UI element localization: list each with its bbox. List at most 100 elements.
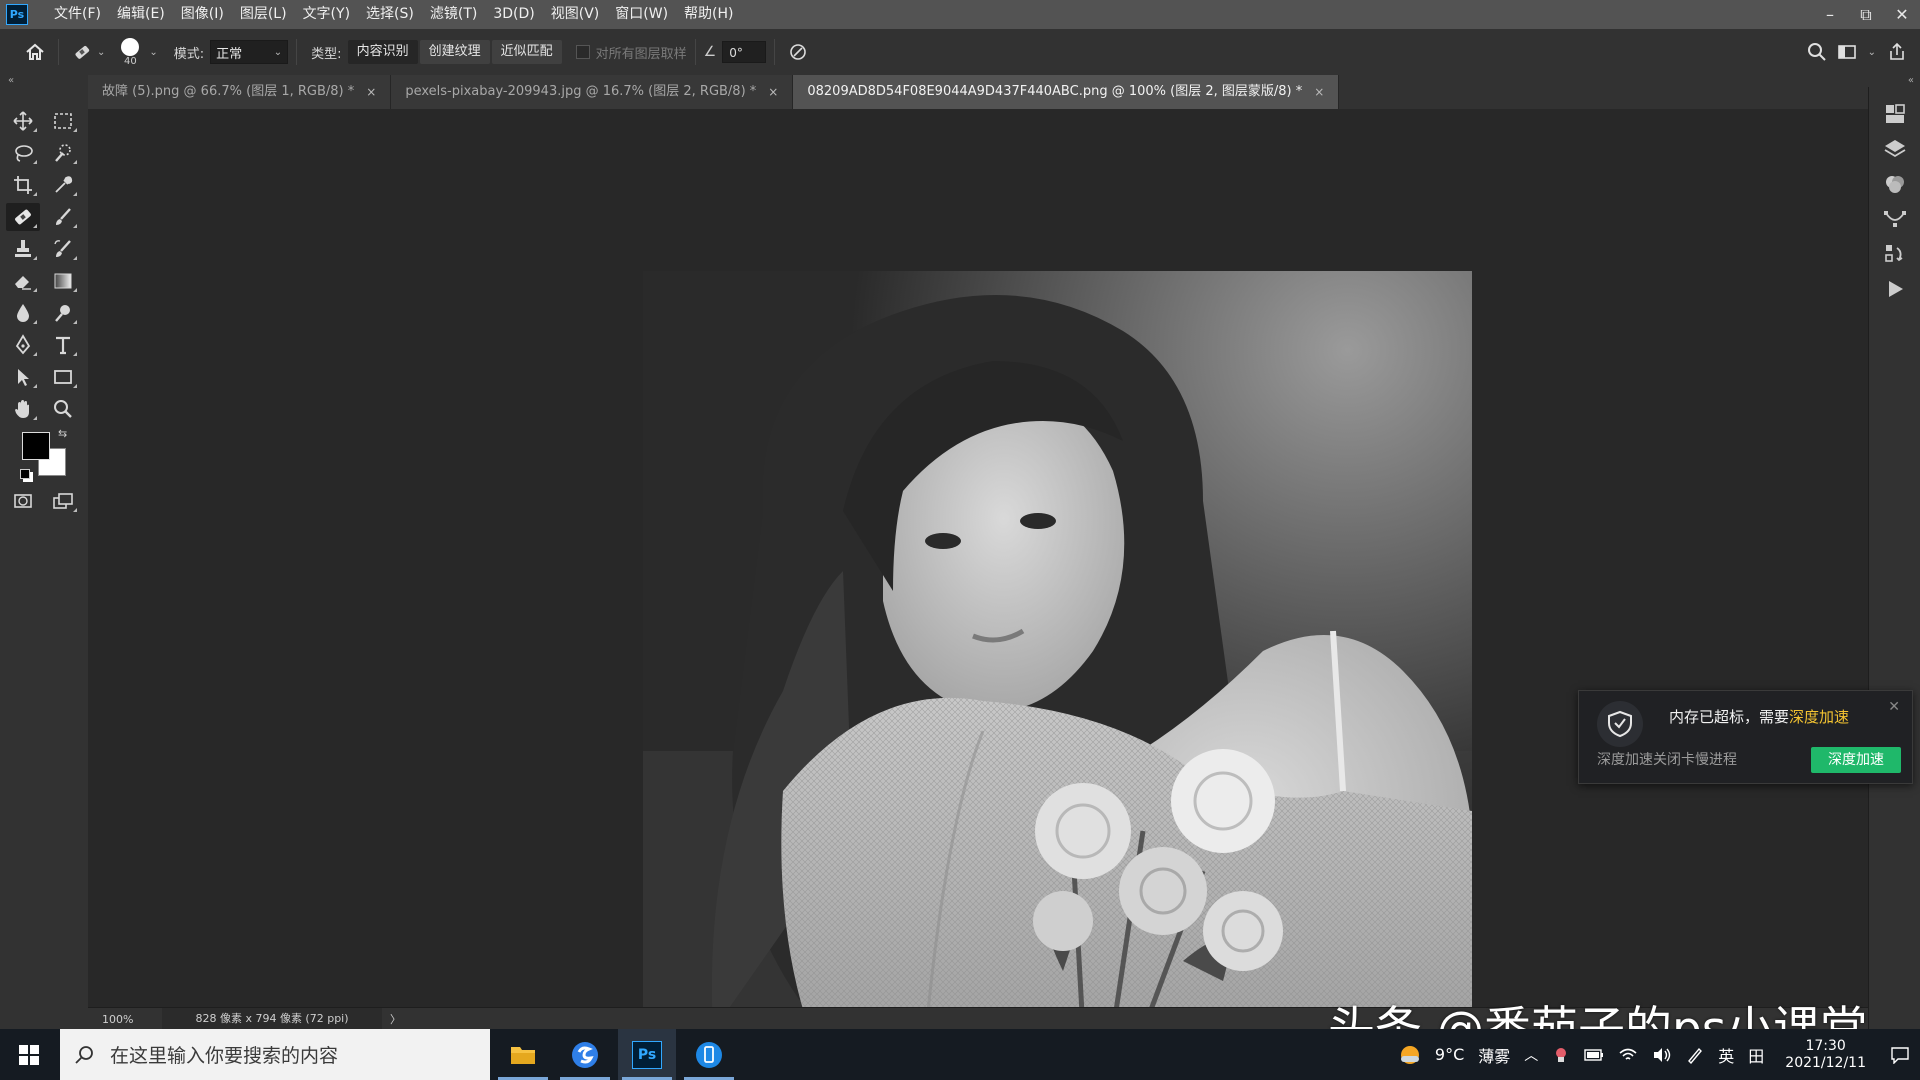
brush-tool-icon[interactable] — [46, 203, 80, 231]
type-content-aware[interactable]: 内容识别 — [347, 40, 418, 64]
notification-center-icon[interactable] — [1880, 1046, 1920, 1064]
document-image[interactable] — [643, 271, 1472, 1065]
dodge-tool-icon[interactable] — [46, 299, 80, 327]
popup-close-icon[interactable]: ✕ — [1888, 699, 1900, 715]
move-tool-icon[interactable] — [6, 107, 40, 135]
status-menu-arrow-icon[interactable]: 〉 — [390, 1011, 401, 1027]
mode-chevron-icon: ⌄ — [273, 46, 283, 58]
taskbar-search-box[interactable]: 在这里输入你要搜索的内容 — [60, 1029, 490, 1080]
eyedropper-tool-icon[interactable] — [46, 171, 80, 199]
search-icon[interactable] — [1802, 37, 1832, 67]
phone-app[interactable] — [680, 1029, 738, 1080]
popup-title-highlight[interactable]: 深度加速 — [1789, 708, 1849, 726]
collapse-panels-icon[interactable]: « — [1868, 75, 1920, 87]
minimize-button[interactable]: – — [1812, 0, 1848, 29]
angle-icon: ∠ — [703, 44, 717, 60]
preset-chevron-icon[interactable]: ⌄ — [97, 47, 105, 58]
actions-play-icon[interactable] — [1879, 274, 1911, 304]
mode-select[interactable]: 正常 ⌄ — [210, 40, 289, 64]
zoom-level-field[interactable]: 100% — [88, 1013, 162, 1026]
pen-tool-icon[interactable] — [6, 331, 40, 359]
restore-button[interactable]: ⧉ — [1848, 0, 1884, 29]
type-tool-icon[interactable] — [46, 331, 80, 359]
tab-close-icon[interactable]: × — [1314, 75, 1324, 109]
tab-document-2[interactable]: pexels-pixabay-209943.jpg @ 16.7% (图层 2,… — [391, 75, 794, 109]
menu-help[interactable]: 帮助(H) — [676, 0, 741, 29]
photoshop-app[interactable]: Ps — [618, 1029, 676, 1080]
tab-document-3[interactable]: 08209AD8D54F08E9044A9D437F440ABC.png @ 1… — [793, 75, 1340, 109]
paths-panel-icon[interactable] — [1879, 204, 1911, 234]
canvas-area[interactable] — [88, 109, 1849, 1065]
menu-type[interactable]: 文字(Y) — [295, 0, 358, 29]
menu-view[interactable]: 视图(V) — [543, 0, 608, 29]
menu-select[interactable]: 选择(S) — [358, 0, 422, 29]
lasso-tool-icon[interactable] — [6, 139, 40, 167]
crop-tool-icon[interactable] — [6, 171, 40, 199]
clock-date: 2021/12/11 — [1785, 1054, 1866, 1071]
search-icon — [75, 1045, 93, 1064]
gradient-tool-icon[interactable] — [46, 267, 80, 295]
weather-icon[interactable] — [1399, 1044, 1421, 1066]
type-proximity-match[interactable]: 近似匹配 — [491, 40, 562, 64]
swap-colors-icon[interactable]: ⇆ — [58, 427, 67, 440]
menu-window[interactable]: 窗口(W) — [607, 0, 676, 29]
zoom-tool-icon[interactable] — [46, 395, 80, 423]
menu-filter[interactable]: 滤镜(T) — [422, 0, 485, 29]
sample-all-layers-checkbox[interactable] — [575, 45, 590, 59]
popup-title-text: 内存已超标，需要 — [1669, 708, 1790, 726]
angle-input[interactable]: 0° — [722, 41, 767, 63]
sogou-browser-app[interactable] — [556, 1029, 614, 1080]
menu-edit[interactable]: 编辑(E) — [109, 0, 173, 29]
collapse-toolbar-icon[interactable]: « — [0, 75, 88, 87]
screen-mode-icon[interactable] — [46, 487, 80, 515]
menu-image[interactable]: 图像(I) — [173, 0, 232, 29]
tab-document-1[interactable]: 故障 (5).png @ 66.7% (图层 1, RGB/8) * × — [88, 75, 392, 109]
volume-icon[interactable] — [1652, 1047, 1672, 1063]
menu-3d[interactable]: 3D(D) — [485, 0, 542, 29]
channels-panel-icon[interactable] — [1879, 169, 1911, 199]
quick-selection-tool-icon[interactable] — [46, 139, 80, 167]
share-icon[interactable] — [1882, 37, 1912, 67]
foreground-color-swatch[interactable] — [22, 432, 50, 460]
hand-tool-icon[interactable] — [6, 395, 40, 423]
deep-accelerate-button[interactable]: 深度加速 — [1811, 747, 1901, 773]
workspace-icon[interactable] — [1832, 37, 1862, 67]
path-selection-tool-icon[interactable] — [6, 363, 40, 391]
history-panel-icon[interactable] — [1879, 239, 1911, 269]
ime-mode-indicator[interactable]: 田 — [1748, 1043, 1764, 1067]
clone-stamp-tool-icon[interactable] — [6, 235, 40, 263]
tab-label: 故障 (5).png @ 66.7% (图层 1, RGB/8) * — [102, 84, 355, 99]
marquee-tool-icon[interactable] — [46, 107, 80, 135]
file-explorer-app[interactable] — [494, 1029, 552, 1080]
quick-mask-icon[interactable] — [6, 487, 40, 515]
menu-layer[interactable]: 图层(L) — [232, 0, 295, 29]
system-clock[interactable]: 17:30 2021/12/11 — [1785, 1038, 1866, 1072]
blur-tool-icon[interactable] — [6, 299, 40, 327]
brush-chevron-icon[interactable]: ⌄ — [149, 47, 157, 58]
healing-brush-tool-icon[interactable] — [6, 203, 40, 231]
close-button[interactable]: ✕ — [1884, 0, 1920, 29]
chevron-up-icon[interactable]: ︿ — [1524, 1045, 1538, 1065]
start-button[interactable] — [0, 1029, 58, 1080]
default-colors-icon[interactable] — [20, 469, 30, 479]
tab-close-icon[interactable]: × — [366, 75, 376, 109]
app-tray-icon[interactable] — [1552, 1046, 1570, 1064]
rectangle-tool-icon[interactable] — [46, 363, 80, 391]
eraser-tool-icon[interactable] — [6, 267, 40, 295]
brush-size-picker[interactable]: 40 — [115, 37, 145, 67]
type-create-texture[interactable]: 创建纹理 — [419, 40, 490, 64]
ime-language-indicator[interactable]: 英 — [1718, 1043, 1734, 1067]
pen-input-icon[interactable] — [1686, 1046, 1704, 1064]
battery-icon[interactable] — [1584, 1048, 1604, 1062]
layers-panel-icon[interactable] — [1879, 134, 1911, 164]
history-brush-tool-icon[interactable] — [46, 235, 80, 263]
healing-brush-preset-icon[interactable] — [67, 37, 97, 67]
workspace-chevron-icon[interactable]: ⌄ — [1868, 47, 1876, 58]
weather-temperature: 9°C — [1434, 1045, 1465, 1064]
home-icon[interactable] — [20, 37, 50, 67]
pressure-size-icon[interactable] — [783, 37, 813, 67]
wifi-icon[interactable] — [1618, 1047, 1638, 1063]
menu-file[interactable]: 文件(F) — [46, 0, 109, 29]
libraries-panel-icon[interactable] — [1879, 99, 1911, 129]
tab-close-icon[interactable]: × — [768, 75, 778, 109]
